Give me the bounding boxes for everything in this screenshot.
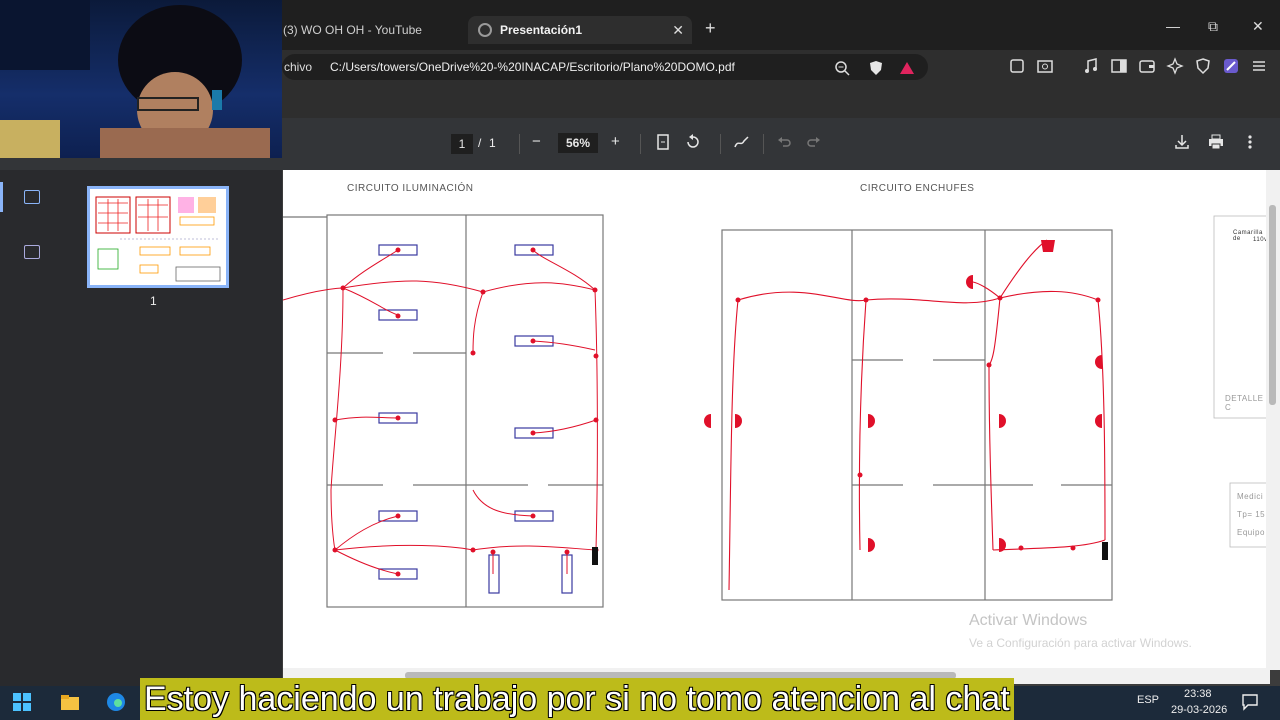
tab-youtube[interactable]: (3) WO OH OH - YouTube [283, 16, 453, 44]
rotate-icon[interactable] [684, 133, 702, 151]
clock-time[interactable]: 23:38 [1184, 688, 1212, 700]
vertical-scroll-thumb[interactable] [1269, 205, 1276, 405]
tab-presentacion[interactable]: Presentación1 ✕ [468, 16, 692, 44]
brave-rewards-icon[interactable] [899, 60, 915, 76]
active-indicator [0, 182, 3, 212]
clock-date[interactable]: 29-03-2026 [1171, 704, 1227, 716]
fit-page-icon[interactable] [655, 133, 671, 151]
media-icon[interactable] [1082, 57, 1100, 75]
address-url[interactable]: C:/Users/towers/OneDrive%20-%20INACAP/Es… [330, 60, 735, 74]
thumbnails-icon[interactable] [24, 190, 40, 204]
pdf-page[interactable]: CIRCUITO ILUMINACIÓN CIRCUITO ENCHUFES C… [283, 170, 1270, 680]
zoom-out-button[interactable]: − [532, 133, 541, 150]
outlet-symbols [704, 240, 1108, 560]
lighting-wires [283, 249, 598, 575]
lighting-walls [283, 214, 604, 608]
thumbnail-page-number: 1 [150, 294, 157, 308]
activate-windows-hint: Ve a Configuración para activar Windows. [969, 636, 1192, 650]
minimize-button[interactable]: — [1166, 18, 1180, 34]
windows-start-icon[interactable] [12, 692, 32, 712]
close-window-button[interactable]: ✕ [1252, 18, 1264, 35]
leo-ai-icon[interactable] [1166, 57, 1184, 75]
screenshot-icon[interactable] [1036, 57, 1054, 75]
notifications-icon[interactable] [1240, 692, 1260, 712]
side-label-3: Equipo [1237, 528, 1265, 537]
outlet-wires [728, 239, 1106, 591]
zoom-level-input[interactable]: 56% [558, 133, 598, 153]
edge-icon[interactable] [106, 692, 126, 712]
tab-label: Presentación1 [500, 23, 583, 37]
light-fixtures [378, 244, 573, 594]
extensions-icon[interactable] [1008, 57, 1026, 75]
pen-extension-icon[interactable] [1222, 57, 1240, 75]
close-tab-icon[interactable]: ✕ [672, 22, 684, 39]
zoom-icon[interactable] [834, 60, 850, 76]
zoom-in-button[interactable]: + [611, 133, 620, 150]
maximize-button[interactable]: ⧉ [1208, 18, 1218, 35]
page-separator: / [478, 136, 482, 150]
toolbar-divider [720, 134, 721, 154]
page-thumbnail[interactable] [87, 186, 229, 288]
stream-subtitle-overlay: Estoy haciendo un trabajo por si no tomo… [140, 678, 1014, 720]
download-icon[interactable] [1173, 133, 1191, 151]
side-label-1: Medici [1237, 492, 1264, 501]
undo-icon[interactable] [776, 133, 792, 149]
redo-icon[interactable] [806, 133, 822, 149]
floor-plan-drawing [283, 214, 1270, 608]
brave-shield-icon[interactable] [868, 60, 884, 76]
file-explorer-icon[interactable] [60, 692, 80, 712]
page-number-input[interactable]: 1 [451, 134, 473, 154]
side-label-2: Tp= 15 [1237, 510, 1266, 519]
vpn-icon[interactable] [1194, 57, 1212, 75]
activate-windows-title: Activar Windows [969, 612, 1088, 629]
address-prefix: chivo [284, 60, 313, 74]
more-options-icon[interactable] [1246, 133, 1254, 151]
sidebar-toggle-icon[interactable] [1110, 57, 1128, 75]
webcam-person [0, 0, 270, 158]
globe-icon [478, 23, 492, 37]
print-icon[interactable] [1207, 133, 1225, 151]
webcam-overlay [0, 0, 282, 158]
outlet-walls [721, 229, 1113, 601]
outline-icon[interactable] [24, 245, 40, 259]
tab-label: (3) WO OH OH - YouTube [283, 23, 422, 37]
menu-icon[interactable] [1250, 57, 1268, 75]
detail-label: DETALLE C [1225, 394, 1264, 412]
address-bar[interactable]: chivo C:/Users/towers/OneDrive%20-%20INA… [282, 54, 928, 80]
new-tab-button[interactable]: + [705, 18, 716, 39]
wallet-icon[interactable] [1138, 57, 1156, 75]
language-indicator[interactable]: ESP [1137, 694, 1159, 706]
annotate-icon[interactable] [733, 133, 751, 151]
toolbar-divider [519, 134, 520, 154]
toolbar-divider [763, 134, 764, 154]
toolbar-divider [640, 134, 641, 154]
thumbnail-preview [95, 196, 221, 282]
page-total: 1 [489, 136, 496, 150]
